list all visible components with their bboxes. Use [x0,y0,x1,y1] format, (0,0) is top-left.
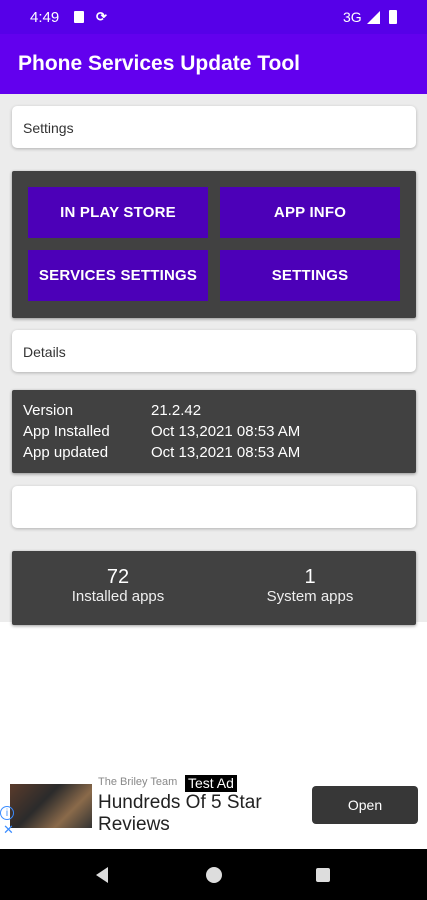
detail-key: Version [23,402,74,419]
sync-icon: ⟳ [96,9,107,24]
installed-apps-label: Installed apps [71,588,165,605]
details-header: Details [23,344,66,360]
empty-card [12,486,416,528]
app-title: Phone Services Update Tool [18,52,301,75]
settings-header-card: Settings [12,106,416,148]
network-type: 3G [343,9,362,25]
ad-test-badge: Test Ad [185,775,237,792]
main-content: Settings IN PLAY STORE APP INFO SERVICES… [0,94,427,625]
details-panel: Version 21.2.42 App Installed Oct 13,202… [12,390,416,473]
app-bar: Phone Services Update Tool [0,34,427,94]
detail-value: Oct 13,2021 08:53 AM [151,423,301,440]
battery-icon [389,10,397,24]
installed-apps-count: 72 [106,566,130,588]
system-apps-label: System apps [266,588,354,605]
services-settings-button[interactable]: SERVICES SETTINGS [28,250,208,301]
ad-headline[interactable]: Hundreds Of 5 Star Reviews [98,792,298,836]
back-icon[interactable] [96,867,108,883]
ad-advertiser: The Briley Team [98,776,178,788]
ad-info-icon[interactable]: i [0,806,14,820]
ad-close-icon[interactable]: ✕ [3,822,14,838]
ad-thumbnail[interactable] [10,784,92,828]
details-header-card: Details [12,330,416,372]
sd-card-icon [74,11,84,23]
settings-header: Settings [23,120,74,136]
app-info-button[interactable]: APP INFO [220,187,400,238]
stats-panel: 72 Installed apps 1 System apps [12,551,416,625]
recent-apps-icon[interactable] [316,868,330,882]
navigation-bar [0,849,427,900]
detail-value: Oct 13,2021 08:53 AM [151,444,301,461]
detail-key: App Installed [23,423,110,440]
status-time: 4:49 [30,9,60,26]
system-apps-count: 1 [304,566,316,588]
settings-button-panel: IN PLAY STORE APP INFO SERVICES SETTINGS… [12,171,416,318]
detail-value: 21.2.42 [151,402,202,419]
in-play-store-button[interactable]: IN PLAY STORE [28,187,208,238]
detail-key: App updated [23,444,109,461]
ad-open-button[interactable]: Open [312,786,418,824]
home-icon[interactable] [206,867,222,883]
ad-banner[interactable]: i ✕ The Briley Team Test Ad Hundreds Of … [0,772,427,838]
settings-button[interactable]: SETTINGS [220,250,400,301]
installed-apps-stat: 72 Installed apps [18,566,218,606]
status-bar: 4:49 ⟳ 3G [0,0,427,34]
system-apps-stat: 1 System apps [210,566,410,606]
signal-icon [367,11,380,24]
